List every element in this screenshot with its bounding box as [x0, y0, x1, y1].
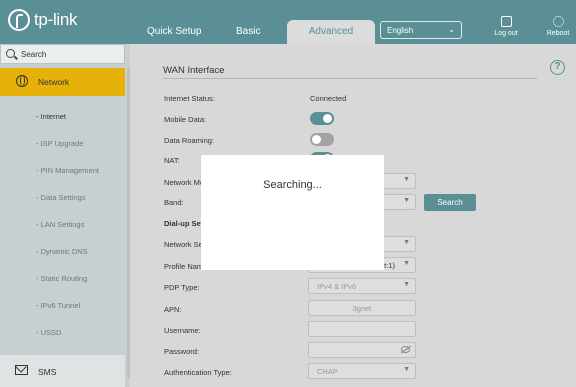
auth-type-label: Authentication Type:	[164, 368, 232, 377]
chevron-down-icon: ▼	[403, 281, 410, 288]
sidebar-item-data-settings[interactable]: - Data Settings	[36, 193, 86, 202]
sidebar: Search Network - Internet - ISP Upgrade …	[0, 44, 130, 387]
chevron-down-icon: ▼	[403, 239, 410, 246]
logo-icon	[8, 9, 30, 31]
nat-label: NAT:	[164, 156, 180, 165]
logo-text: tp-link	[34, 10, 78, 29]
tab-basic[interactable]: Basic	[236, 26, 260, 37]
reboot-label: Reboot	[546, 30, 570, 37]
data-roaming-label: Data Roaming:	[164, 136, 215, 145]
chevron-down-icon: ▼	[403, 366, 410, 373]
sidebar-item-lan-settings[interactable]: - LAN Settings	[36, 220, 84, 229]
section-title: WAN Interface	[163, 65, 225, 76]
chevron-down-icon: ▼	[403, 260, 410, 267]
sidebar-item-static-routing[interactable]: - Static Routing	[36, 274, 87, 283]
apn-label: APN:	[164, 305, 182, 314]
reboot-icon	[552, 16, 564, 27]
searching-message: Searching...	[263, 179, 322, 191]
sidebar-item-ipv6-tunnel[interactable]: - IPv6 Tunnel	[36, 301, 80, 310]
logout-label: Log out	[494, 30, 518, 37]
pdp-type-select[interactable]: IPv4 & IPv6 ▼	[308, 278, 416, 294]
search-icon	[6, 49, 15, 58]
sidebar-item-isp-upgrade[interactable]: - ISP Upgrade	[36, 139, 83, 148]
password-label: Password:	[164, 347, 200, 356]
search-label: Search	[21, 50, 47, 59]
tp-link-logo: tp-link	[8, 9, 78, 31]
auth-type-select[interactable]: CHAP ▼	[308, 363, 416, 379]
section-divider	[163, 78, 537, 79]
tab-quick-setup[interactable]: Quick Setup	[147, 26, 201, 37]
chevron-down-icon: ▼	[403, 197, 410, 204]
search-button[interactable]: Search	[424, 194, 476, 211]
chevron-down-icon: ⌄	[448, 25, 455, 34]
profile-name-value: lt:1)	[382, 261, 395, 270]
sidebar-item-ussd[interactable]: - USSD	[36, 328, 61, 337]
apn-field[interactable]: 3gnet	[308, 300, 416, 316]
sidebar-item-dynamic-dns[interactable]: - Dynamic DNS	[36, 247, 88, 256]
mobile-data-label: Mobile Data:	[164, 115, 207, 124]
internet-status-label: Internet Status:	[164, 94, 215, 103]
chevron-down-icon: ▼	[403, 176, 410, 183]
data-roaming-toggle[interactable]	[310, 133, 334, 146]
sidebar-search[interactable]: Search	[0, 44, 125, 64]
top-header: tp-link Quick Setup Basic Advanced Engli…	[0, 0, 576, 44]
logout-icon	[500, 16, 512, 27]
tab-advanced[interactable]: Advanced	[287, 20, 375, 44]
internet-status-value: Connected	[310, 94, 347, 103]
sidebar-item-sms[interactable]: SMS	[0, 355, 125, 387]
help-icon[interactable]: ?	[550, 60, 565, 75]
password-field[interactable]	[308, 342, 416, 358]
pdp-type-value: IPv4 & IPv6	[317, 282, 357, 291]
network-mode-label: Network Mo	[164, 178, 205, 187]
logout-button[interactable]: Log out	[488, 16, 524, 37]
sidebar-item-pin-management[interactable]: - PIN Management	[36, 166, 99, 175]
sidebar-item-network[interactable]: Network	[0, 68, 125, 96]
sidebar-item-label: SMS	[38, 367, 57, 377]
sidebar-item-label: Network	[38, 77, 70, 87]
sidebar-item-internet[interactable]: - Internet	[36, 112, 66, 121]
globe-icon	[16, 75, 28, 87]
hide-password-icon[interactable]	[401, 346, 410, 353]
username-field[interactable]	[308, 321, 416, 337]
username-label: Username:	[164, 326, 201, 335]
reboot-button[interactable]: Reboot	[540, 16, 576, 37]
mobile-data-toggle[interactable]	[310, 112, 334, 125]
band-label: Band:	[164, 198, 184, 207]
searching-dialog: Searching...	[201, 155, 384, 270]
envelope-icon	[15, 365, 28, 375]
language-select[interactable]: English ⌄	[380, 21, 462, 39]
pdp-type-label: PDP Type:	[164, 283, 200, 292]
language-value: English	[387, 26, 414, 35]
auth-type-value: CHAP	[317, 367, 338, 376]
